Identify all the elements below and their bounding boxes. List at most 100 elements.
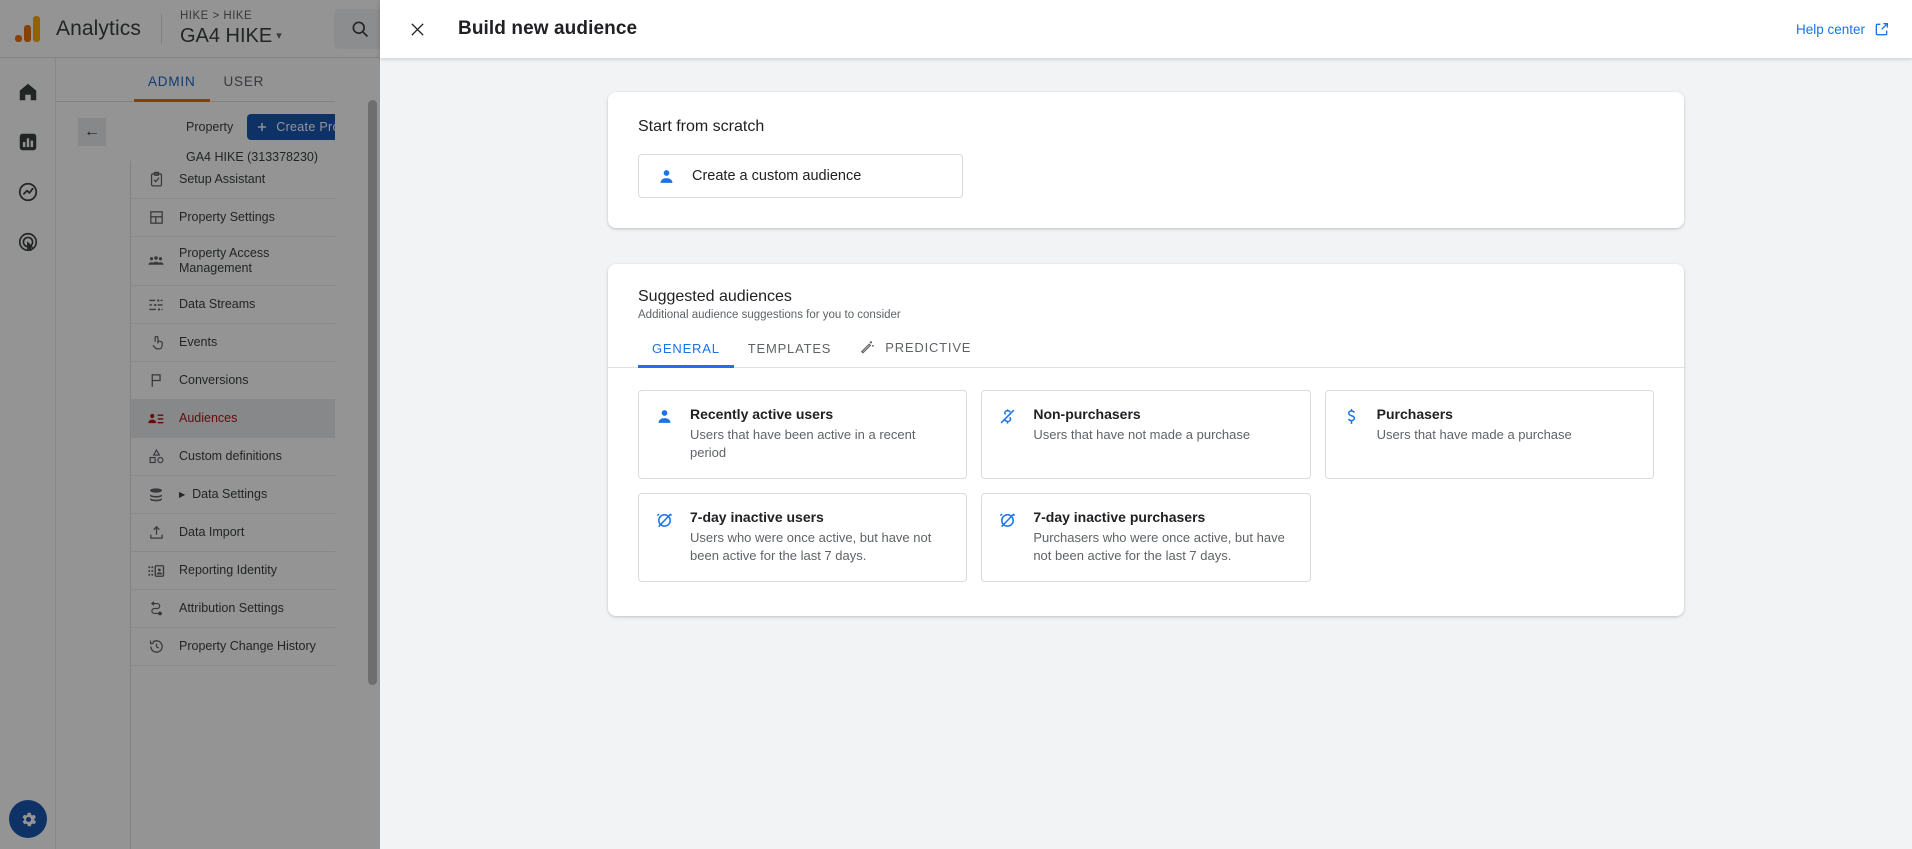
person-icon <box>655 405 675 462</box>
sidebar-item-advertising[interactable] <box>6 220 50 264</box>
sidebar-item-conversions[interactable]: Conversions <box>131 362 335 400</box>
sidebar-item-property-settings[interactable]: Property Settings <box>131 199 335 237</box>
tap-icon <box>147 334 165 352</box>
analytics-logo-icon <box>15 15 41 42</box>
help-center-link[interactable]: Help center <box>1796 21 1890 37</box>
suggested-audience-name: 7-day inactive users <box>690 509 824 525</box>
reports-icon <box>19 133 36 151</box>
tab-predictive[interactable]: PREDICTIVE <box>845 339 985 367</box>
suggested-audiences-tabs: GENERAL TEMPLATES PREDICTIVE <box>608 339 1684 368</box>
sidebar-item-attribution-settings[interactable]: Attribution Settings <box>131 590 335 628</box>
admin-settings-button[interactable] <box>9 800 47 838</box>
alarm-off-icon <box>655 508 675 565</box>
suggested-audience-description: Users that have not made a purchase <box>1033 427 1251 442</box>
build-new-audience-modal: Build new audience Help center Start fro… <box>380 0 1912 849</box>
sidebar-item-label: Property Settings <box>179 210 275 224</box>
suggested-audiences-card: Suggested audiences Additional audience … <box>608 264 1684 616</box>
sidebar-item-property-access-management[interactable]: Property Access Management <box>131 237 335 286</box>
sidebar-item-setup-assistant[interactable]: Setup Assistant <box>131 161 335 199</box>
sidebar-item-home[interactable] <box>6 70 50 114</box>
suggested-audience-non-purchasers[interactable]: Non-purchasers Users that have not made … <box>981 390 1311 479</box>
account-selector[interactable]: GA4 HIKE ▾ <box>180 23 282 49</box>
start-from-scratch-title: Start from scratch <box>638 118 765 135</box>
brand-wordmark: Analytics <box>56 16 141 40</box>
tab-templates-label: TEMPLATES <box>747 341 832 356</box>
modal-body: Start from scratch Create a custom audie… <box>380 58 1912 849</box>
sidebar-item-label: Audiences <box>179 411 238 425</box>
history-icon <box>147 638 165 656</box>
data-streams-icon <box>147 296 165 314</box>
attribution-icon <box>147 600 165 618</box>
sidebar-item-data-streams[interactable]: Data Streams <box>131 286 335 324</box>
sidebar-item-data-settings[interactable]: ▶ Data Settings <box>131 476 335 514</box>
sidebar-item-data-import[interactable]: Data Import <box>131 514 335 552</box>
suggested-audiences-header: Suggested audiences Additional audience … <box>608 288 1684 321</box>
explore-icon <box>18 182 37 202</box>
shapes-icon <box>147 448 165 466</box>
modal-header: Build new audience Help center <box>380 0 1912 58</box>
sidebar-item-audiences[interactable]: Audiences <box>131 400 335 438</box>
collapse-back-button[interactable]: ← <box>78 118 106 146</box>
sidebar-item-reporting-identity[interactable]: Reporting Identity <box>131 552 335 590</box>
sidebar-item-events[interactable]: Events <box>131 324 335 362</box>
alarm-off-icon <box>998 508 1018 565</box>
suggested-audience-7-day-inactive-purchasers[interactable]: 7-day inactive purchasers Purchasers who… <box>981 493 1311 582</box>
people-icon <box>147 252 165 270</box>
suggested-audience-name: Non-purchasers <box>1033 406 1141 422</box>
suggested-audience-7-day-inactive-users[interactable]: 7-day inactive users Users who were once… <box>638 493 968 582</box>
account-selector-label: GA4 HIKE <box>179 24 273 47</box>
suggested-audiences-grid: Recently active users Users that have be… <box>608 368 1684 582</box>
sidebar-item-label: Data Settings <box>192 487 268 501</box>
suggested-audience-description: Purchasers who were once active, but hav… <box>1033 530 1285 563</box>
start-from-scratch-card: Start from scratch Create a custom audie… <box>608 92 1684 228</box>
search-icon <box>352 21 368 37</box>
database-icon <box>147 486 165 504</box>
person-icon <box>660 169 673 183</box>
sidebar-item-label: Conversions <box>179 373 249 387</box>
flag-icon <box>147 372 165 390</box>
suggested-audience-purchasers[interactable]: Purchasers Users that have made a purcha… <box>1324 390 1654 479</box>
sidebar-item-label: Data Streams <box>179 297 256 311</box>
primary-nav-rail <box>0 58 56 849</box>
analytics-logo <box>0 15 56 42</box>
sidebar-item-label: Data Import <box>179 525 245 539</box>
sidebar-item-label: Attribution Settings <box>179 601 284 615</box>
tab-user[interactable]: USER <box>210 58 279 102</box>
admin-scrollbar[interactable] <box>368 100 377 685</box>
suggested-audience-description: Users who were once active, but have not… <box>690 530 932 563</box>
close-button[interactable] <box>400 12 434 46</box>
magic-wand-icon <box>861 341 874 354</box>
suggested-audience-recently-active-users[interactable]: Recently active users Users that have be… <box>638 390 968 479</box>
account-breadcrumb-block[interactable]: HIKE > HIKE GA4 HIKE ▾ <box>180 9 282 49</box>
property-settings-icon <box>147 209 165 227</box>
money-off-icon <box>998 405 1018 462</box>
tab-general-label: GENERAL <box>652 341 720 356</box>
tab-templates[interactable]: TEMPLATES <box>734 341 846 367</box>
dollar-icon <box>1342 405 1362 462</box>
advertising-target-icon <box>18 232 37 252</box>
suggested-audience-description: Users that have made a purchase <box>1376 427 1572 442</box>
expand-triangle-icon: ▶ <box>179 490 186 499</box>
suggested-audience-name: Recently active users <box>690 406 834 422</box>
tab-predictive-label: PREDICTIVE <box>885 340 972 355</box>
open-in-new-icon <box>1875 23 1888 36</box>
create-custom-audience-button[interactable]: Create a custom audience <box>638 154 963 198</box>
upload-icon <box>147 524 165 542</box>
create-custom-audience-label: Create a custom audience <box>692 168 862 184</box>
sidebar-item-label: Reporting Identity <box>179 563 277 577</box>
tab-general[interactable]: GENERAL <box>638 341 734 368</box>
close-icon <box>410 22 424 36</box>
sidebar-item-label: Events <box>179 335 218 349</box>
tab-admin[interactable]: ADMIN <box>134 58 210 102</box>
sidebar-item-property-change-history[interactable]: Property Change History <box>131 628 335 666</box>
sidebar-item-label: Custom definitions <box>179 449 282 463</box>
identity-icon <box>147 562 165 580</box>
back-arrow-icon: ← <box>84 123 100 140</box>
sidebar-item-reports[interactable] <box>6 120 50 164</box>
sidebar-item-explore[interactable] <box>6 170 50 214</box>
sidebar-item-custom-definitions[interactable]: Custom definitions <box>131 438 335 476</box>
plus-icon <box>258 122 267 132</box>
page-title: Build new audience <box>458 18 638 39</box>
sidebar-item-label: Setup Assistant <box>179 172 266 186</box>
audiences-icon <box>147 410 165 428</box>
